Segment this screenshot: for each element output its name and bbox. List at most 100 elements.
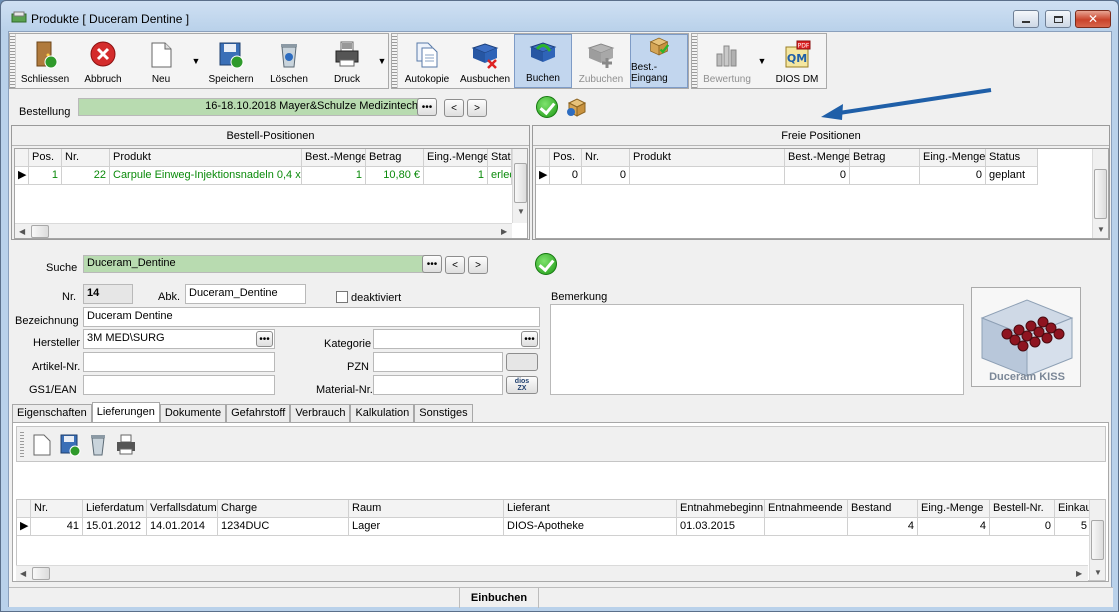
column-header[interactable]: Betrag <box>366 149 424 167</box>
vertical-scrollbar[interactable]: ▼ <box>512 149 527 223</box>
kategorie-field[interactable] <box>373 329 540 349</box>
cell-nr[interactable]: 22 <box>62 167 110 185</box>
tab-lieferungen[interactable]: Lieferungen <box>91 402 160 422</box>
buchen-button[interactable]: Buchen <box>514 34 572 88</box>
column-header[interactable]: Nr. <box>582 149 630 167</box>
column-header[interactable]: Produkt <box>630 149 785 167</box>
dios-dm-button[interactable]: PDF QM DIOS DM <box>768 34 826 88</box>
scroll-down-icon[interactable]: ▼ <box>517 207 525 216</box>
toolbar-grip[interactable] <box>20 430 24 458</box>
minimize-button[interactable] <box>1013 10 1039 28</box>
column-header[interactable]: Status <box>488 149 512 167</box>
suche-prev-button[interactable]: < <box>445 256 465 274</box>
check-ok-icon[interactable] <box>536 96 558 118</box>
cell-menge[interactable]: 0 <box>785 167 850 185</box>
bestellung-next-button[interactable]: > <box>467 99 487 117</box>
gs1-ean-field[interactable] <box>83 375 275 395</box>
tab-eigenschaften[interactable]: Eigenschaften <box>12 404 92 422</box>
check-ok-icon[interactable] <box>535 253 557 275</box>
bezeichnung-field[interactable]: Duceram Dentine <box>83 307 540 327</box>
neu-dropdown[interactable]: ▼ <box>190 34 202 88</box>
column-header[interactable]: Best.-Menge <box>302 149 366 167</box>
schliessen-button[interactable]: Schliessen <box>16 34 74 88</box>
autokopie-button[interactable]: Autokopie <box>398 34 456 88</box>
column-header[interactable]: Verfallsdatum <box>147 500 218 518</box>
table-row[interactable]: ▶ 41 15.01.2012 14.01.2014 1234DUC Lager… <box>17 518 1091 536</box>
cell-betrag[interactable]: 10,80 € <box>366 167 424 185</box>
hersteller-field[interactable]: 3M MED\SURG <box>83 329 275 349</box>
close-button[interactable]: ✕ <box>1075 10 1111 28</box>
druck-button[interactable]: Druck <box>318 34 376 88</box>
column-header[interactable]: Eing.-Menge <box>918 500 990 518</box>
bestellung-field[interactable]: 16-18.10.2018 Mayer&Schulze Medizintechn… <box>78 98 436 116</box>
suche-next-button[interactable]: > <box>468 256 488 274</box>
cell-lieferdatum[interactable]: 15.01.2012 <box>83 518 147 536</box>
scroll-down-icon[interactable]: ▼ <box>1097 225 1105 234</box>
zubuchen-button[interactable]: Zubuchen <box>572 34 630 88</box>
tab-dokumente[interactable]: Dokumente <box>159 404 227 422</box>
product-image[interactable]: Duceram KISS <box>971 287 1081 387</box>
tab-sonstiges[interactable]: Sonstiges <box>414 404 473 422</box>
cell-eing-menge[interactable]: 4 <box>918 518 990 536</box>
tab-kalkulation[interactable]: Kalkulation <box>350 404 415 422</box>
ausbuchen-button[interactable]: Ausbuchen <box>456 34 514 88</box>
column-header[interactable]: Nr. <box>62 149 110 167</box>
column-header[interactable]: Raum <box>349 500 504 518</box>
neu-button[interactable]: Neu <box>132 34 190 88</box>
column-header[interactable]: Entnahmeende <box>765 500 848 518</box>
cell-charge[interactable]: 1234DUC <box>218 518 349 536</box>
scroll-down-icon[interactable]: ▼ <box>1094 568 1102 577</box>
bemerkung-field[interactable] <box>550 304 964 395</box>
column-header[interactable]: Einkauf <box>1055 500 1091 518</box>
druck-dropdown[interactable]: ▼ <box>376 34 388 88</box>
abk-field[interactable]: Duceram_Dentine <box>185 284 306 304</box>
kategorie-browse-button[interactable]: ••• <box>521 331 538 347</box>
column-header[interactable]: Status <box>986 149 1038 167</box>
dios-zx-button[interactable]: dios ZX <box>506 376 538 394</box>
tab-gefahrstoff[interactable]: Gefahrstoff <box>226 404 291 422</box>
scroll-left-icon[interactable]: ◀ <box>19 227 25 236</box>
printer-icon[interactable] <box>115 433 137 457</box>
artikel-nr-field[interactable] <box>83 352 275 372</box>
pzn-lookup-button[interactable] <box>506 353 538 371</box>
cell-verfallsdatum[interactable]: 14.01.2014 <box>147 518 218 536</box>
cell-produkt[interactable]: Carpule Einweg-Injektionsnadeln 0,4 x 35 <box>110 167 302 185</box>
cell-entnahmeende[interactable] <box>765 518 848 536</box>
cell-menge[interactable]: 1 <box>302 167 366 185</box>
scroll-thumb[interactable] <box>32 567 50 580</box>
column-header[interactable]: Nr. <box>31 500 83 518</box>
pzn-field[interactable] <box>373 352 503 372</box>
cell-pos[interactable]: 1 <box>29 167 62 185</box>
cell-raum[interactable]: Lager <box>349 518 504 536</box>
best-eingang-button[interactable]: Best.-Eingang <box>630 34 688 88</box>
abbruch-button[interactable]: Abbruch <box>74 34 132 88</box>
scroll-thumb[interactable] <box>1091 520 1104 560</box>
loeschen-button[interactable]: Löschen <box>260 34 318 88</box>
scroll-right-icon[interactable]: ▶ <box>1076 569 1082 578</box>
column-header[interactable]: Bestand <box>848 500 918 518</box>
column-header[interactable]: Best.-Menge <box>785 149 850 167</box>
scroll-left-icon[interactable]: ◀ <box>20 569 26 578</box>
package-info-icon[interactable] <box>566 97 588 117</box>
horizontal-scrollbar[interactable]: ◀ ▶ <box>15 223 512 238</box>
column-header[interactable]: Pos. <box>29 149 62 167</box>
maximize-button[interactable] <box>1045 10 1071 28</box>
column-header[interactable]: Eing.-Menge <box>920 149 986 167</box>
cell-pos[interactable]: 0 <box>550 167 582 185</box>
material-nr-field[interactable] <box>373 375 503 395</box>
bestellung-prev-button[interactable]: < <box>444 99 464 117</box>
bewertung-button[interactable]: Bewertung <box>698 34 756 88</box>
bewertung-dropdown[interactable]: ▼ <box>756 34 768 88</box>
tab-verbrauch[interactable]: Verbrauch <box>290 404 351 422</box>
cell-nr[interactable]: 0 <box>582 167 630 185</box>
cell-einkauf[interactable]: 5 <box>1055 518 1091 536</box>
bestellung-browse-button[interactable]: ••• <box>417 98 437 116</box>
deaktiviert-checkbox[interactable] <box>336 291 348 303</box>
cell-entnahmebeginn[interactable]: 01.03.2015 <box>677 518 765 536</box>
scroll-right-icon[interactable]: ▶ <box>501 227 507 236</box>
scroll-thumb[interactable] <box>1094 169 1107 219</box>
cell-status[interactable]: erledigt <box>488 167 512 185</box>
new-document-icon[interactable] <box>31 433 53 457</box>
cell-bestell-nr[interactable]: 0 <box>990 518 1055 536</box>
cell-eing-menge[interactable]: 1 <box>424 167 488 185</box>
